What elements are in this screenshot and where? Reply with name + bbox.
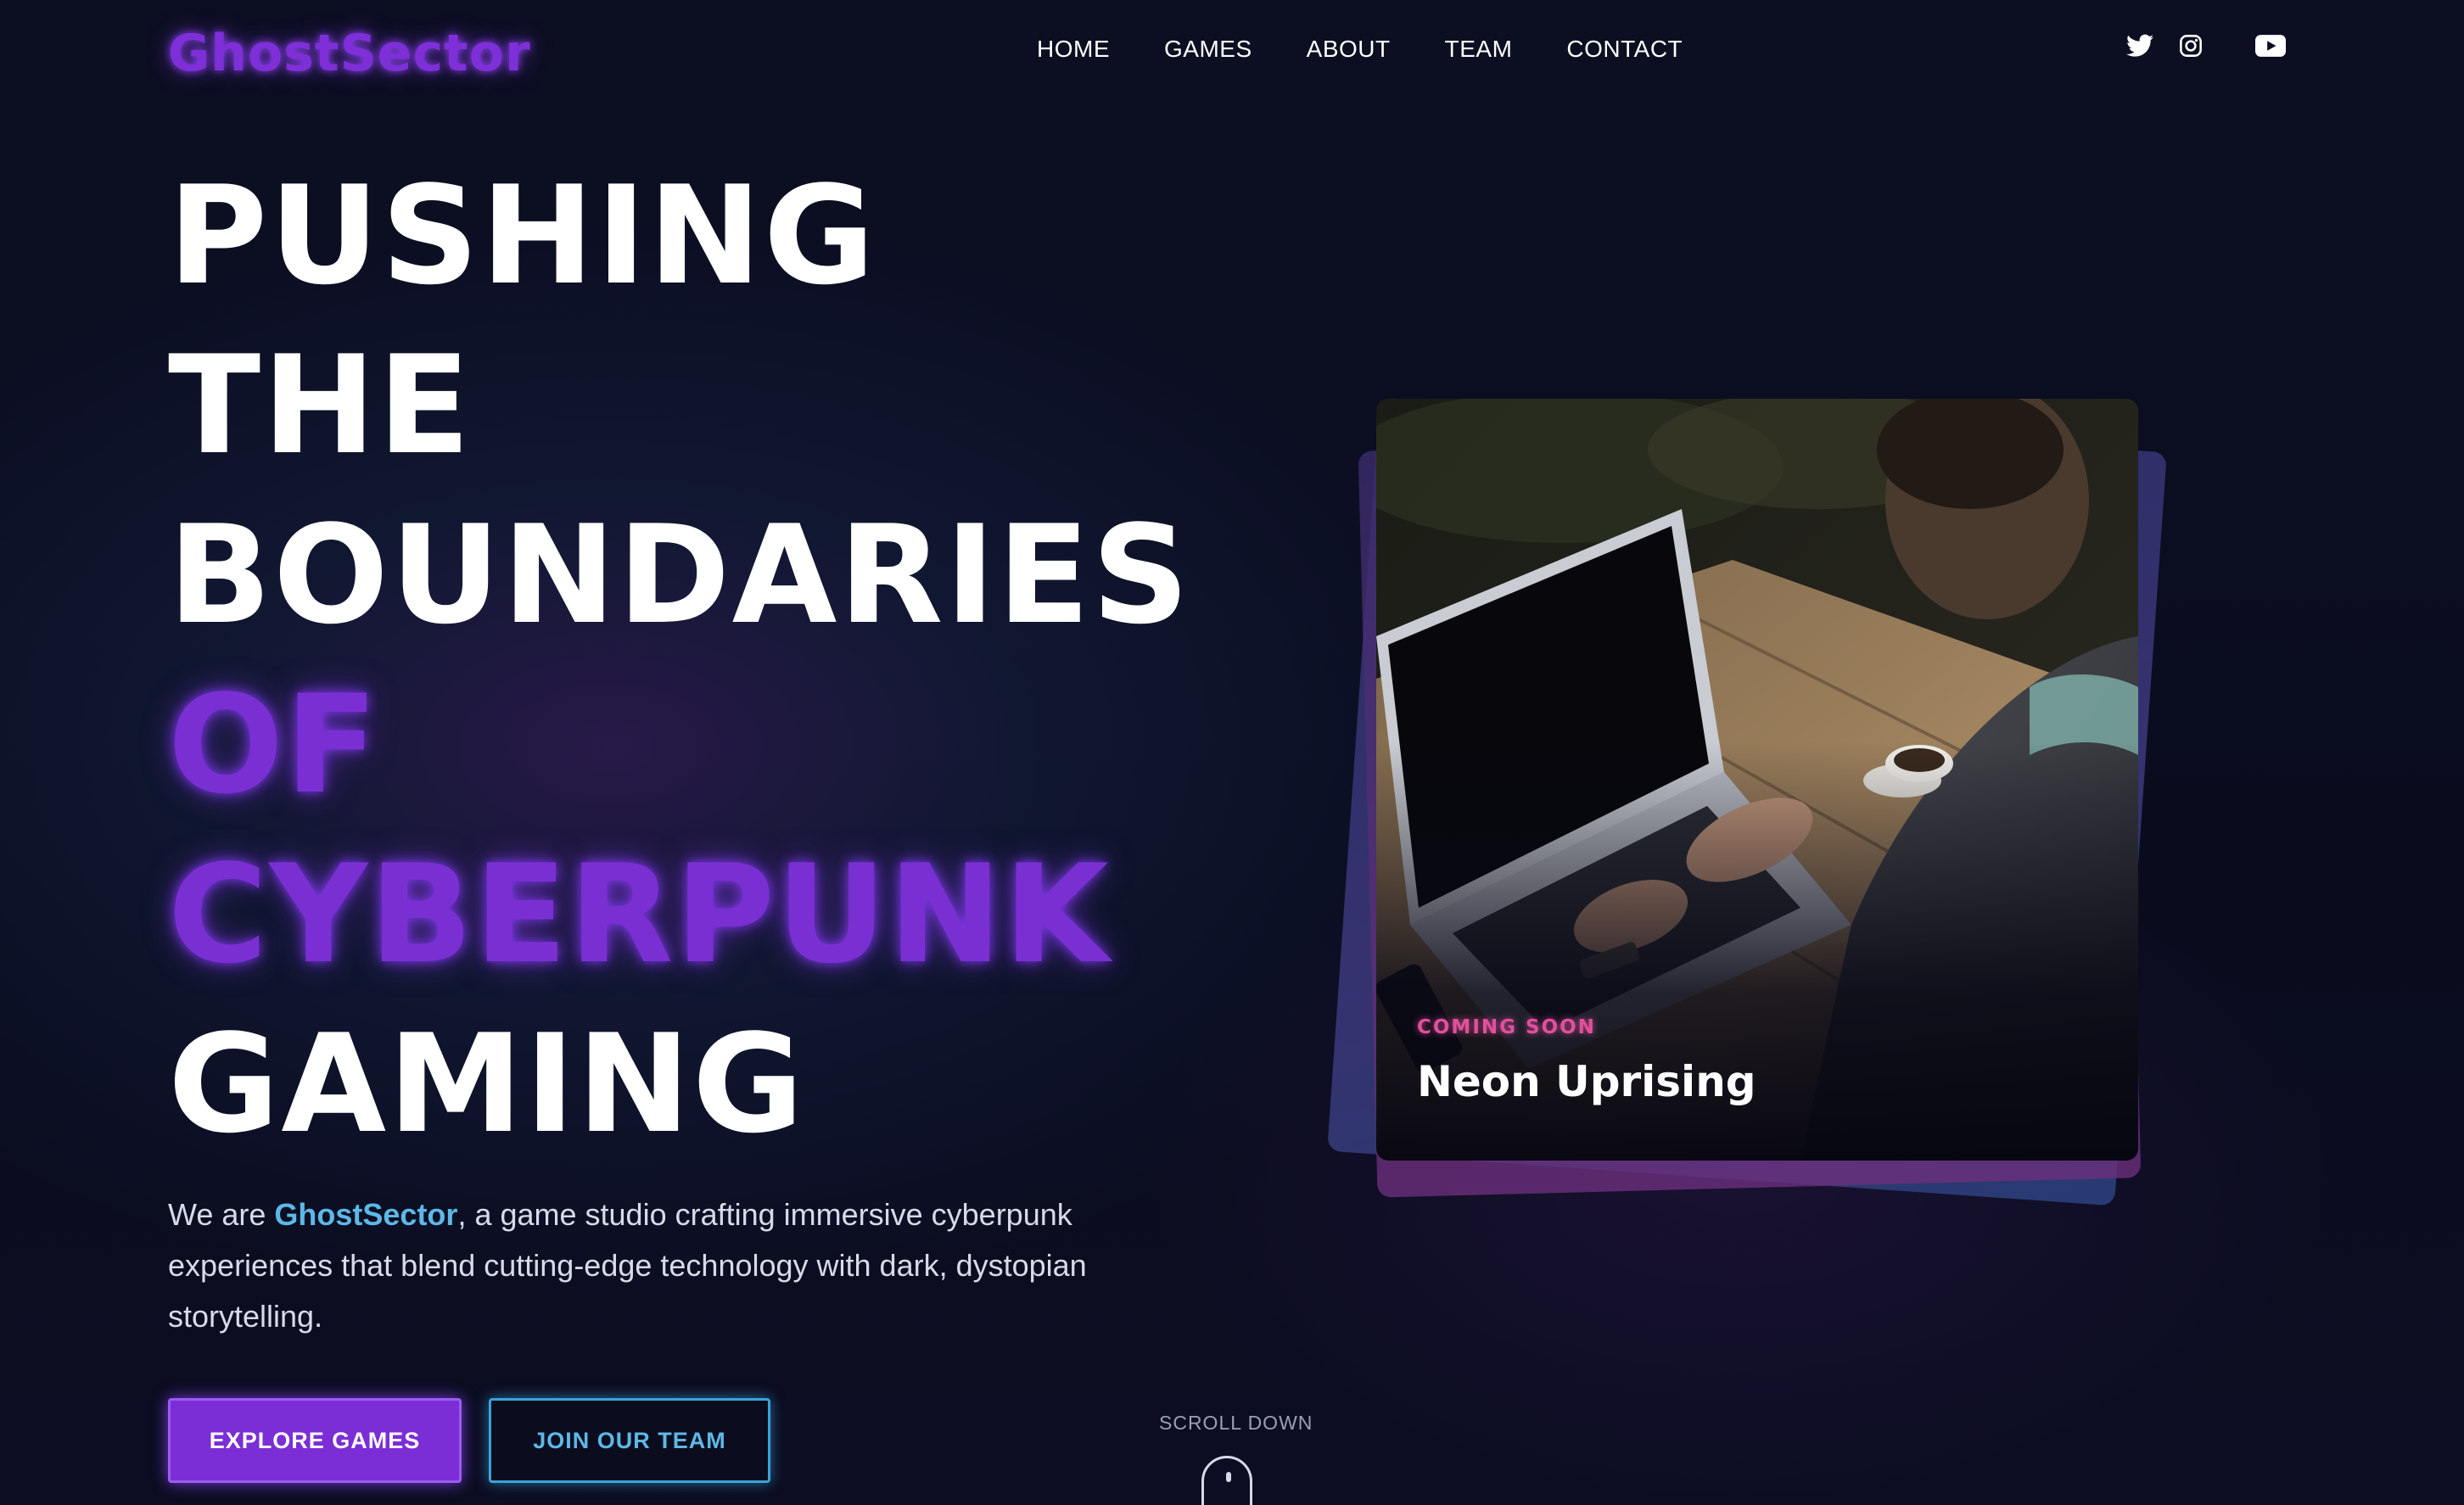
nav-team[interactable]: TEAM — [1445, 36, 1513, 63]
instagram-icon[interactable] — [2179, 34, 2203, 61]
join-team-button[interactable]: JOIN OUR TEAM — [489, 1398, 770, 1483]
hero-headline: PUSHING THE BOUNDARIES OF CYBERPUNK GAMI… — [168, 151, 1191, 1169]
headline-highlight: CYBERPUNK — [168, 835, 1111, 993]
nav-games[interactable]: GAMES — [1164, 36, 1252, 63]
brand-name: GhostSector — [274, 1197, 458, 1232]
logo[interactable]: GhostSector — [168, 24, 531, 83]
card-gradient-overlay — [1376, 399, 2138, 1161]
page: GhostSector HOME GAMES ABOUT TEAM CONTAC… — [0, 0, 2464, 1505]
scroll-down-label[interactable]: SCROLL DOWN — [1159, 1412, 1313, 1435]
headline-line: GAMING — [168, 1004, 806, 1163]
youtube-icon[interactable] — [2255, 35, 2286, 60]
card-title[interactable]: Neon Uprising — [1417, 1057, 1756, 1106]
main-nav: HOME GAMES ABOUT TEAM CONTACT — [1037, 36, 1683, 63]
nav-about[interactable]: ABOUT — [1307, 36, 1391, 63]
social-links — [2126, 34, 2286, 61]
scroll-mouse-icon[interactable] — [1201, 1456, 1252, 1505]
nav-home[interactable]: HOME — [1037, 36, 1110, 63]
headline-highlight: OF — [168, 665, 380, 824]
mouse-wheel — [1226, 1472, 1231, 1482]
status-badge: COMING SOON — [1417, 1016, 1596, 1038]
nav-contact[interactable]: CONTACT — [1566, 36, 1683, 63]
headline-line: PUSHING — [168, 156, 877, 315]
headline-line: THE — [168, 326, 473, 484]
explore-games-button[interactable]: EXPLORE GAMES — [168, 1398, 462, 1483]
intro-prefix: We are — [168, 1197, 275, 1232]
featured-game-card[interactable]: COMING SOON Neon Uprising — [1376, 399, 2138, 1161]
hero-description: We are GhostSector, a game studio crafti… — [168, 1189, 1152, 1342]
headline-line: BOUNDARIES — [168, 495, 1191, 654]
twitter-icon[interactable] — [2126, 34, 2153, 61]
